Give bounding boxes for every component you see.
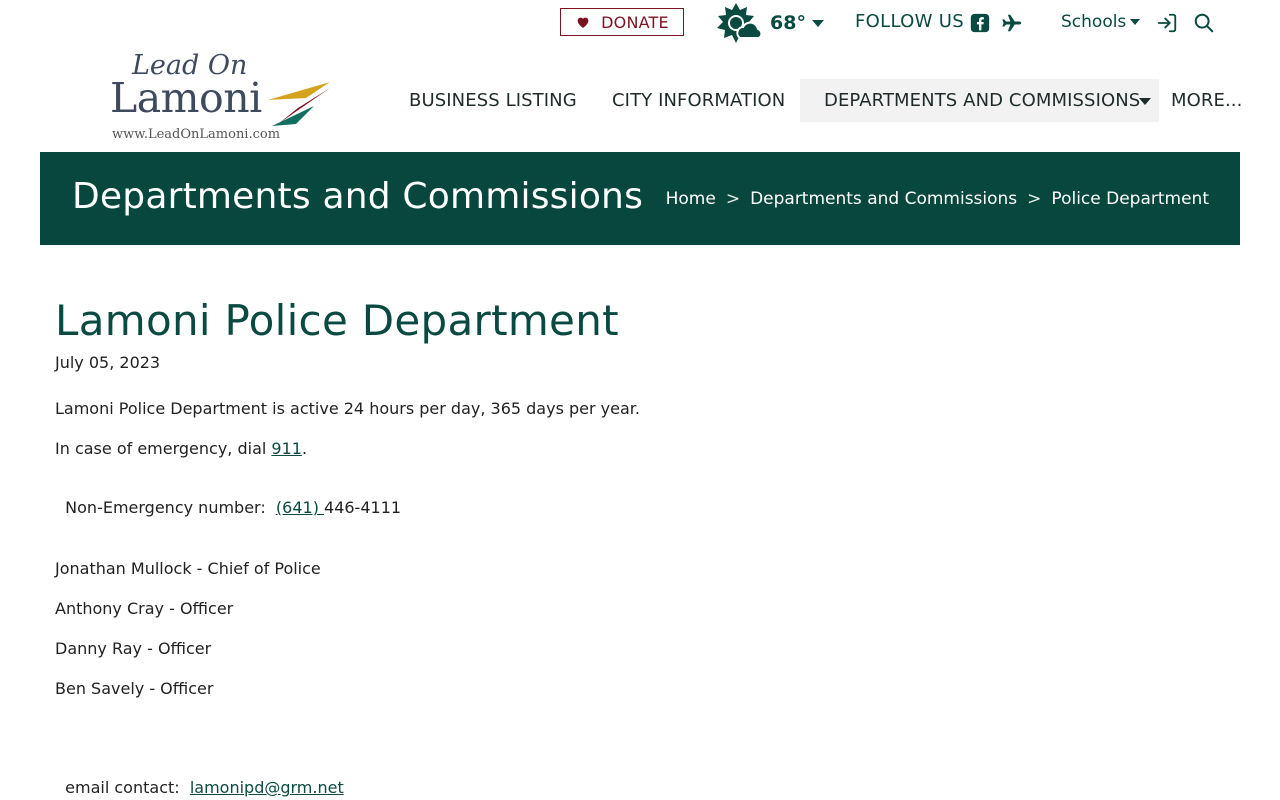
article-header: Lamoni Police Department July 05, 2023	[55, 295, 955, 372]
breadcrumb-current: Police Department	[1051, 189, 1209, 209]
publish-date: July 05, 2023	[55, 353, 161, 372]
email-contact-line: email contact: lamonipd@grm.net	[55, 759, 344, 797]
nav-departments-and-commissions[interactable]: DEPARTMENTS AND COMMISSIONS	[800, 79, 1159, 122]
schools-label: Schools	[1061, 12, 1127, 32]
search-icon[interactable]	[1193, 12, 1215, 34]
partly-cloudy-icon	[717, 3, 763, 43]
staff-item-officer: Danny Ray - Officer	[55, 639, 212, 658]
chevron-down-icon	[811, 20, 824, 27]
weather-widget[interactable]: 68°	[712, 2, 824, 44]
nav-city-information[interactable]: CITY INFORMATION	[612, 79, 785, 122]
staff-item-officer: Anthony Cray - Officer	[55, 599, 234, 618]
heart-icon	[577, 17, 589, 28]
temperature-value: 68°	[770, 12, 806, 34]
donate-label: DONATE	[601, 12, 669, 32]
schools-dropdown[interactable]: Schools	[1061, 12, 1141, 32]
logo-url: www.LeadOnLamoni.com	[112, 127, 281, 142]
chevron-down-icon[interactable]	[1138, 96, 1152, 106]
email-link[interactable]: lamonipd@grm.net	[190, 778, 344, 797]
emergency-line: In case of emergency, dial 911.	[55, 439, 307, 458]
non-emergency-prefix: Non-Emergency number:	[65, 498, 276, 517]
chevron-down-icon	[1130, 19, 1141, 25]
phone-area-code-link[interactable]: (641)	[276, 498, 324, 517]
breadcrumb: Home > Departments and Commissions > Pol…	[666, 189, 1209, 209]
breadcrumb-home[interactable]: Home	[666, 189, 716, 209]
staff-item-officer: Ben Savely - Officer	[55, 679, 214, 698]
breadcrumb-separator: >	[725, 189, 741, 209]
emergency-prefix: In case of emergency, dial	[55, 439, 272, 458]
donate-button[interactable]: DONATE	[560, 8, 684, 36]
section-title: Departments and Commissions	[72, 176, 644, 217]
emergency-suffix: .	[301, 439, 308, 458]
login-icon[interactable]	[1156, 12, 1178, 34]
utility-bar: DONATE 68° FOLLOW US Schools	[0, 0, 1280, 46]
availability-text: Lamoni Police Department is active 24 ho…	[55, 399, 640, 418]
nav-departments-label: DEPARTMENTS AND COMMISSIONS	[824, 90, 1141, 111]
facebook-icon[interactable]	[969, 12, 991, 34]
nav-business-listing[interactable]: BUSINESS LISTING	[409, 79, 577, 122]
breadcrumb-departments[interactable]: Departments and Commissions	[750, 189, 1017, 209]
phone-number-rest: 446-4111	[324, 498, 402, 517]
follow-us-label: FOLLOW US	[855, 11, 964, 32]
non-emergency-line: Non-Emergency number: (641) 446-4111	[55, 479, 401, 517]
airplane-icon[interactable]	[1001, 12, 1023, 34]
nav-more[interactable]: MORE...	[1171, 79, 1242, 122]
email-prefix: email contact:	[65, 778, 190, 797]
page-title: Lamoni Police Department	[55, 296, 619, 345]
emergency-number-link[interactable]: 911	[271, 439, 302, 458]
main-navigation: BUSINESS LISTING CITY INFORMATION DEPART…	[0, 79, 1280, 122]
staff-item-chief: Jonathan Mullock - Chief of Police	[55, 559, 321, 578]
page-header-banner: Departments and Commissions Home > Depar…	[40, 152, 1240, 245]
breadcrumb-separator: >	[1027, 189, 1042, 209]
